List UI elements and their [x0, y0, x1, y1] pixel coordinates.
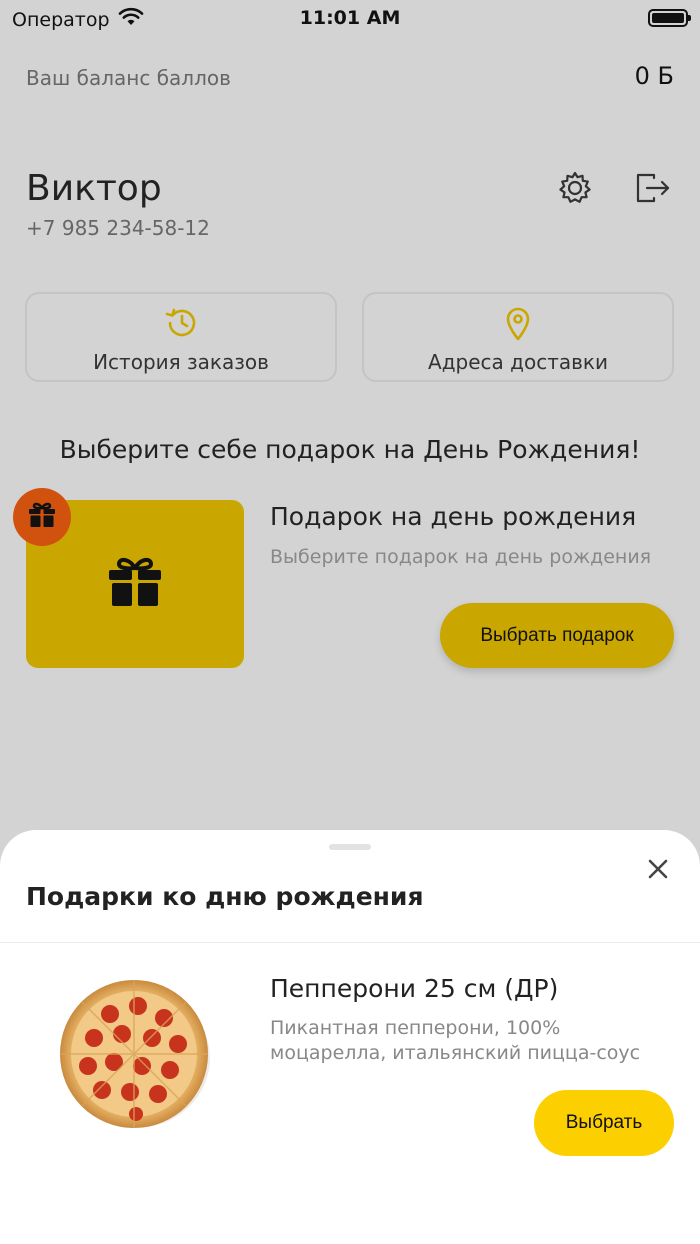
- pizza-image: [58, 978, 210, 1130]
- logout-icon: [634, 170, 672, 210]
- balance-value: 0 Б: [634, 62, 674, 90]
- sheet-divider: [0, 942, 700, 943]
- status-bar: Оператор 11:01 AM: [0, 0, 700, 40]
- gifts-bottom-sheet: Подарки ко дню рождения Пепперони 25 см …: [0, 830, 700, 1244]
- delivery-address-card[interactable]: Адреса доставки: [362, 292, 674, 382]
- order-history-label: История заказов: [93, 350, 269, 374]
- sheet-title: Подарки ко дню рождения: [26, 882, 424, 911]
- order-history-card[interactable]: История заказов: [25, 292, 337, 382]
- location-pin-icon: [364, 306, 672, 341]
- history-icon: [27, 306, 335, 340]
- user-name: Виктор: [26, 168, 162, 209]
- select-gift-button[interactable]: Выбрать: [534, 1090, 674, 1156]
- battery-fill: [652, 13, 684, 23]
- gift-badge-icon: [28, 502, 56, 532]
- settings-button[interactable]: [555, 170, 595, 210]
- status-time: 11:01 AM: [299, 7, 401, 29]
- sheet-drag-handle[interactable]: [329, 844, 371, 850]
- birthday-heading: Выберите себе подарок на День Рождения!: [59, 435, 641, 464]
- profile-screen: Оператор 11:01 AM Ваш баланс баллов 0 Б …: [0, 0, 700, 1244]
- gift-badge: [13, 488, 71, 546]
- balance-label: Ваш баланс баллов: [26, 66, 231, 90]
- gift-title: Подарок на день рождения: [270, 502, 637, 531]
- logout-button[interactable]: [633, 170, 673, 210]
- choose-gift-button[interactable]: Выбрать подарок: [440, 603, 674, 668]
- product-name: Пепперони 25 см (ДР): [270, 974, 559, 1003]
- battery-icon: [648, 9, 691, 27]
- gift-icon: [107, 556, 163, 612]
- product-description: Пикантная пепперони, 100% моцарелла, ита…: [270, 1017, 641, 1064]
- gear-icon: [557, 170, 593, 210]
- delivery-address-label: Адреса доставки: [428, 350, 608, 374]
- gift-subtitle: Выберите подарок на день рождения: [270, 546, 652, 568]
- user-phone: +7 985 234-58-12: [26, 216, 210, 240]
- close-icon: [647, 858, 669, 884]
- close-button[interactable]: [641, 854, 675, 888]
